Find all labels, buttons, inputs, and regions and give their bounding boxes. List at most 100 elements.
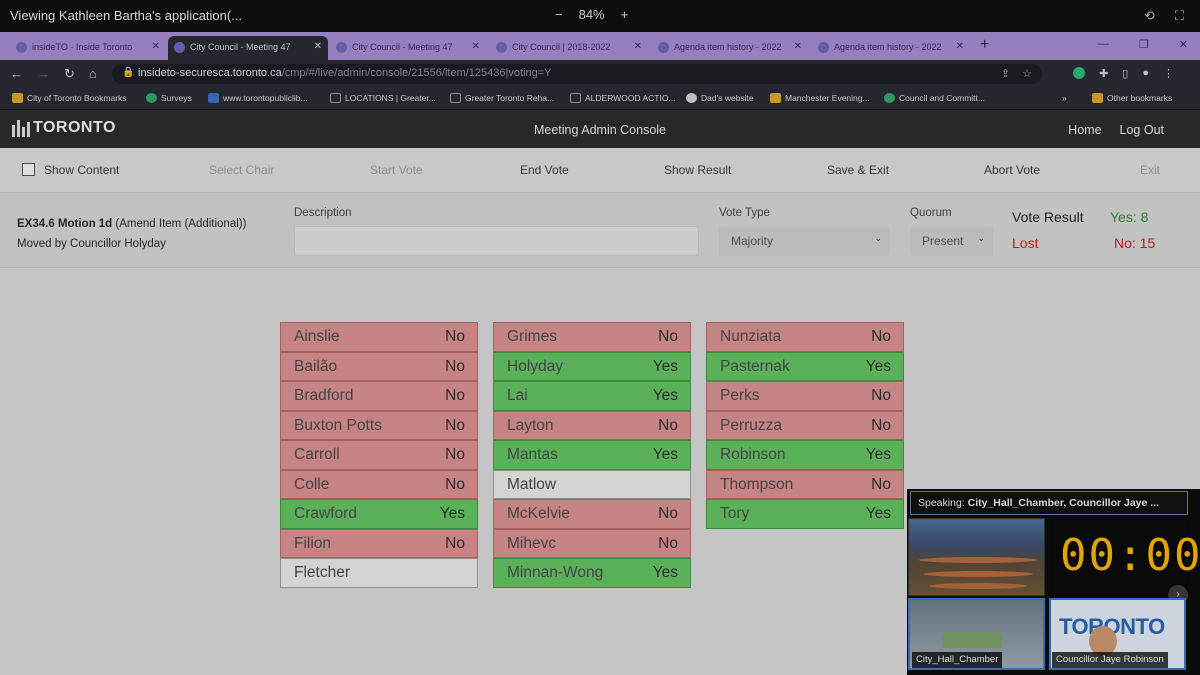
show-content-checkbox[interactable]	[22, 163, 35, 176]
maximize-icon[interactable]: ❐	[1139, 38, 1149, 51]
show-content-label[interactable]: Show Content	[44, 163, 119, 177]
zoom-out-button[interactable]: −	[555, 7, 563, 22]
councillor-vote: No	[658, 505, 678, 522]
councillor-name: Nunziata	[720, 328, 782, 345]
motion-type: (Amend Item (Additional))	[115, 218, 247, 230]
select-chair-button[interactable]: Select Chair	[209, 163, 274, 177]
start-vote-button[interactable]: Start Vote	[370, 163, 423, 177]
vote-cell: Filion No	[280, 528, 478, 558]
moved-by: Moved by Councillor Holyday	[17, 238, 166, 250]
close-tab-icon[interactable]: ✕	[634, 41, 642, 52]
menu-icon[interactable]: ⋮	[1163, 67, 1174, 80]
reload-icon[interactable]: ↻	[64, 66, 75, 82]
councillor-vote: No	[658, 416, 678, 434]
bookmark-item[interactable]: Dad's website	[686, 93, 754, 103]
close-tab-icon[interactable]: ✕	[314, 41, 322, 52]
vote-column-2: Grimes No Holyday Yes Lai Yes Layton No Mantas Ye…	[493, 322, 691, 588]
vote-cell: Colle No	[280, 469, 478, 499]
home-icon[interactable]: ⌂	[89, 66, 97, 82]
zoom-in-button[interactable]: +	[621, 7, 629, 22]
bookmarks-overflow-icon[interactable]: »	[1062, 93, 1067, 103]
browser-tab-active[interactable]: City Council - Meeting 47 ✕	[168, 36, 328, 60]
bookmark-item[interactable]: www.torontopubliclib...	[208, 93, 308, 103]
new-tab-icon[interactable]: +	[980, 36, 989, 54]
description-input[interactable]	[294, 226, 699, 256]
extension-icon[interactable]	[1073, 67, 1086, 79]
bookmark-label: www.torontopubliclib...	[223, 93, 308, 103]
councillor-vote: Yes	[865, 505, 891, 522]
url-input[interactable]: 🔒 insideto-securesca.toronto.ca/cmp/#/li…	[112, 64, 1042, 84]
home-link[interactable]: Home	[1068, 123, 1101, 137]
end-vote-button[interactable]: End Vote	[520, 163, 569, 177]
fullscreen-icon[interactable]: ⛶	[1175, 8, 1184, 24]
bookmark-label: Surveys	[161, 93, 192, 103]
browser-tab[interactable]: City Council - Meeting 47 ✕	[330, 36, 486, 60]
minimize-icon[interactable]: —	[1098, 38, 1109, 51]
vote-type-select[interactable]: Majority ⌄	[719, 226, 890, 256]
close-tab-icon[interactable]: ✕	[956, 41, 964, 52]
vote-cell: Mihevc No	[493, 528, 691, 558]
zoom-level: 84%	[578, 7, 605, 22]
vote-cell: Tory Yes	[706, 499, 904, 529]
close-tab-icon[interactable]: ✕	[794, 41, 802, 52]
save-exit-button[interactable]: Save & Exit	[827, 163, 889, 177]
chevron-down-icon: ⌄	[874, 233, 882, 243]
councillor-vote: No	[445, 475, 465, 493]
puzzle-icon[interactable]: ✚	[1099, 67, 1108, 80]
bookmark-item[interactable]: Surveys	[146, 93, 192, 103]
vote-cell: McKelvie No	[493, 499, 691, 529]
share-title: Viewing Kathleen Bartha's application(..…	[10, 8, 243, 23]
browser-tab[interactable]: insideTO - Inside Toronto ✕	[10, 36, 166, 60]
forward-icon[interactable]: →	[37, 66, 50, 82]
bookmark-item[interactable]: Manchester Evening...	[770, 93, 870, 103]
folder-icon	[12, 93, 23, 103]
abort-vote-button[interactable]: Abort Vote	[984, 163, 1040, 177]
bookmark-favicon-icon	[330, 93, 341, 103]
side-panel-icon[interactable]: ▯	[1122, 67, 1128, 80]
councillor-vote: No	[445, 534, 465, 552]
councillor-vote: No	[871, 328, 891, 345]
speaking-label: Speaking:	[918, 497, 965, 509]
bookmark-label: LOCATIONS | Greater...	[345, 93, 436, 103]
vote-cell: Ainslie No	[280, 322, 478, 352]
chamber-desk-row	[929, 583, 1027, 589]
vote-cell: Buxton Potts No	[280, 410, 478, 440]
councillor-name: Tory	[720, 505, 750, 522]
bookmark-favicon-icon	[770, 93, 781, 103]
vote-outcome: Lost	[1012, 235, 1039, 251]
quorum-select[interactable]: Present ⌄	[910, 226, 993, 256]
speaking-timer: 00:00	[1050, 518, 1200, 596]
logout-link[interactable]: Log Out	[1120, 123, 1164, 137]
show-result-button[interactable]: Show Result	[664, 163, 731, 177]
exit-button[interactable]: Exit	[1140, 163, 1160, 177]
browser-tab[interactable]: Agenda item history - 2022 ✕	[652, 36, 808, 60]
close-window-icon[interactable]: ✕	[1179, 38, 1188, 51]
vote-cell: Crawford Yes	[280, 499, 478, 529]
yes-count: Yes: 8	[1110, 209, 1149, 225]
chamber-caption: City_Hall_Chamber	[912, 652, 1003, 668]
bookmark-item[interactable]: Council and Committ...	[884, 93, 985, 103]
remote-control-icon[interactable]: ⟲	[1144, 8, 1155, 24]
lock-icon: 🔒	[122, 67, 135, 78]
browser-tab[interactable]: City Council | 2018-2022 ✕	[490, 36, 648, 60]
vote-type-value: Majority	[731, 234, 774, 248]
councillor-name: Colle	[294, 475, 330, 493]
bookmark-item[interactable]: Greater Toronto Reha...	[450, 93, 554, 103]
profile-icon[interactable]: ●	[1142, 67, 1149, 80]
other-bookmarks[interactable]: Other bookmarks	[1092, 93, 1172, 103]
motion-id: EX34.6 Motion 1d	[17, 218, 113, 230]
bookmark-favicon-icon	[686, 93, 697, 103]
back-icon[interactable]: ←	[10, 66, 23, 82]
browser-tab[interactable]: Agenda item history - 2022 ✕	[812, 36, 970, 60]
bookmark-star-icon[interactable]: ☆	[1022, 67, 1032, 80]
bookmarks-bar: City of Toronto Bookmarks Surveys www.to…	[0, 88, 1200, 110]
bookmark-item[interactable]: LOCATIONS | Greater...	[330, 93, 436, 103]
bookmark-item[interactable]: ALDERWOOD ACTIO...	[570, 93, 676, 103]
chamber-video-thumb[interactable]	[908, 518, 1045, 596]
bookmark-item[interactable]: City of Toronto Bookmarks	[12, 93, 127, 103]
extensions-area: ✚ ▯ ● ⋮	[1073, 67, 1174, 80]
share-icon[interactable]: ⇪	[1001, 67, 1010, 80]
close-tab-icon[interactable]: ✕	[472, 41, 480, 52]
councillor-name: Ainslie	[294, 328, 340, 345]
close-tab-icon[interactable]: ✕	[152, 41, 160, 52]
